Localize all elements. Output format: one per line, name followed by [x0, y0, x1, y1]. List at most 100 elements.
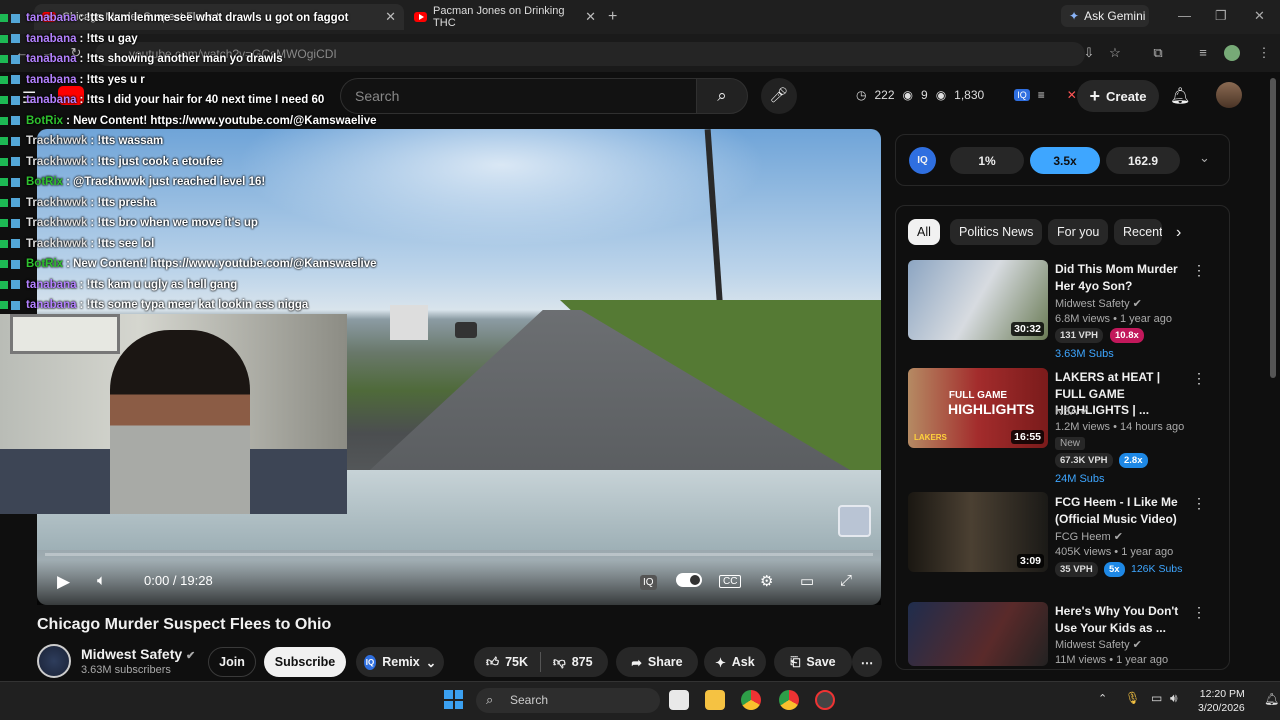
window: [10, 314, 120, 354]
mic-button[interactable]: 🎤︎: [761, 78, 797, 114]
windows-start-icon[interactable]: [444, 690, 463, 709]
chip-for-you[interactable]: For you: [1048, 219, 1109, 245]
rec-thumbnail[interactable]: 3:09: [908, 492, 1048, 572]
settings-gear-icon[interactable]: ⚙: [760, 572, 773, 590]
new-tab-button[interactable]: +: [608, 8, 617, 26]
chat-line: BotRix: @Trackhwwk just reached level 16…: [0, 172, 440, 193]
subscribe-button[interactable]: Subscribe: [264, 647, 346, 677]
chat-message: : !tts kam lemme see what drawls u got o…: [79, 12, 349, 25]
tray-chevron-icon[interactable]: ⌃: [1098, 692, 1107, 705]
join-button[interactable]: Join: [208, 647, 256, 677]
ask-button[interactable]: ✦ Ask: [704, 647, 766, 677]
more-actions-button[interactable]: ⋯: [852, 647, 882, 677]
rec-thumbnail[interactable]: FULL GAME HIGHLIGHTS LAKERS 16:55: [908, 368, 1048, 448]
verified-icon: ✔: [1080, 406, 1090, 418]
progress-bar[interactable]: [45, 553, 873, 556]
chip-recent[interactable]: Recent: [1114, 219, 1162, 245]
share-button[interactable]: ➦ Share: [616, 647, 698, 677]
speaker-icon[interactable]: 🔊︎: [1170, 691, 1178, 706]
platform-icon: [11, 34, 20, 44]
chat-line: tanabana: !tts some typa meer kat lookin…: [0, 295, 440, 316]
network-icon[interactable]: ▭: [1151, 691, 1162, 705]
channel-name[interactable]: Midwest Safety ✔: [81, 646, 195, 662]
badge-icon: [0, 75, 8, 84]
close-window-button[interactable]: ✕: [1254, 8, 1265, 24]
iq-multiplier[interactable]: 3.5x: [1030, 147, 1100, 174]
badge-icon: [0, 219, 8, 228]
gemini-icon: ✦: [1069, 9, 1080, 23]
iq-percent[interactable]: 1%: [950, 147, 1024, 174]
profile-icon[interactable]: [1224, 45, 1240, 61]
create-button[interactable]: + Create: [1077, 80, 1159, 112]
autoplay-toggle[interactable]: [676, 573, 702, 587]
list-icon[interactable]: ≡: [1038, 88, 1045, 102]
extensions-icon[interactable]: ⧉: [1150, 45, 1166, 61]
rec-channel[interactable]: FCG Heem ✔: [1055, 530, 1123, 543]
iq-player-icon[interactable]: IQ: [640, 575, 657, 590]
captions-icon[interactable]: CC: [719, 575, 742, 588]
trophy-icon[interactable]: ✕: [1067, 88, 1077, 102]
rec-thumbnail[interactable]: [908, 602, 1048, 666]
tab-list-icon[interactable]: ≡: [1195, 45, 1211, 61]
close-icon[interactable]: ✕: [585, 9, 596, 25]
thumbs-down-icon[interactable]: 👎︎: [553, 655, 566, 670]
rec-channel[interactable]: Midwest Safety ✔: [1055, 297, 1142, 310]
chevron-right-icon[interactable]: ›: [1176, 224, 1181, 242]
minimize-button[interactable]: —: [1178, 8, 1191, 23]
obs-icon[interactable]: [815, 690, 835, 710]
install-icon[interactable]: ⇩: [1081, 45, 1097, 61]
rec-tags: 67.3K VPH 2.8x: [1055, 453, 1195, 468]
platform-icon: [11, 75, 20, 85]
rec-channel[interactable]: Midwest Safety ✔: [1055, 638, 1142, 651]
more-options-icon[interactable]: ⋮: [1192, 495, 1206, 512]
platform-icon: [11, 177, 20, 187]
bookmark-star-icon[interactable]: ☆: [1107, 45, 1123, 61]
chat-line: tanabana: !tts kam lemme see what drawls…: [0, 8, 440, 29]
scrollbar[interactable]: [1270, 78, 1276, 378]
chip-all[interactable]: All: [908, 219, 940, 245]
more-options-icon[interactable]: ⋮: [1192, 370, 1206, 387]
menu-icon[interactable]: ⋮: [1256, 45, 1272, 61]
notification-icon[interactable]: 🔔︎: [1264, 692, 1279, 706]
account-avatar[interactable]: [1216, 82, 1242, 108]
chip-politics-news[interactable]: Politics News: [950, 219, 1043, 245]
dislike-count[interactable]: 875: [572, 655, 593, 669]
search-button[interactable]: ⌕: [696, 78, 748, 114]
remix-button[interactable]: IQ Remix ⌄: [356, 647, 444, 677]
notifications-bell-icon[interactable]: 🔔︎: [1170, 86, 1190, 106]
rec-title[interactable]: FCG Heem - I Like Me (Official Music Vid…: [1055, 494, 1180, 527]
like-count[interactable]: 75K: [505, 655, 528, 669]
mic-tray-icon[interactable]: 🎙︎: [1125, 691, 1140, 705]
play-icon[interactable]: ▶: [57, 572, 70, 592]
taskbar-search[interactable]: Search: [476, 688, 660, 713]
system-clock[interactable]: 12:20 PM 3/20/2026: [1198, 687, 1245, 715]
store-icon[interactable]: [669, 690, 689, 710]
chevron-down-icon[interactable]: ⌄: [1199, 150, 1210, 166]
rec-thumbnail[interactable]: 30:32: [908, 260, 1048, 340]
ask-gemini-button[interactable]: ✦ Ask Gemini: [1061, 5, 1149, 27]
fullscreen-icon[interactable]: ⤢: [840, 572, 852, 589]
chrome-icon[interactable]: [741, 690, 761, 710]
platform-icon: [11, 13, 20, 23]
badge-icon: [0, 34, 8, 43]
maximize-button[interactable]: ❐: [1215, 8, 1227, 24]
save-button[interactable]: ⎗ Save: [774, 647, 852, 677]
chat-line: Trackhwwk: !tts see lol: [0, 234, 440, 255]
more-options-icon[interactable]: ⋮: [1192, 604, 1206, 621]
volume-icon[interactable]: 🔈︎: [97, 572, 106, 589]
iq-icon[interactable]: IQ: [1014, 89, 1030, 101]
channel-watermark[interactable]: [838, 505, 871, 537]
iq-score[interactable]: 162.9: [1106, 147, 1180, 174]
subscriber-count: 3.63M subscribers: [81, 664, 171, 676]
miniplayer-icon[interactable]: ▭: [800, 572, 814, 590]
rec-channel[interactable]: NBA ✔: [1055, 405, 1089, 418]
rec-title[interactable]: Here's Why You Don't Use Your Kids as ..…: [1055, 603, 1180, 636]
rec-title[interactable]: Did This Mom Murder Her 4yo Son?: [1055, 261, 1180, 294]
iq-logo-icon[interactable]: IQ: [909, 147, 936, 174]
thumbs-up-icon[interactable]: 👍︎: [486, 655, 499, 670]
file-explorer-icon[interactable]: [705, 690, 725, 710]
chat-message: : !tts see lol: [90, 237, 155, 250]
channel-avatar[interactable]: [37, 644, 71, 678]
chrome-icon[interactable]: [779, 690, 799, 710]
more-options-icon[interactable]: ⋮: [1192, 262, 1206, 279]
